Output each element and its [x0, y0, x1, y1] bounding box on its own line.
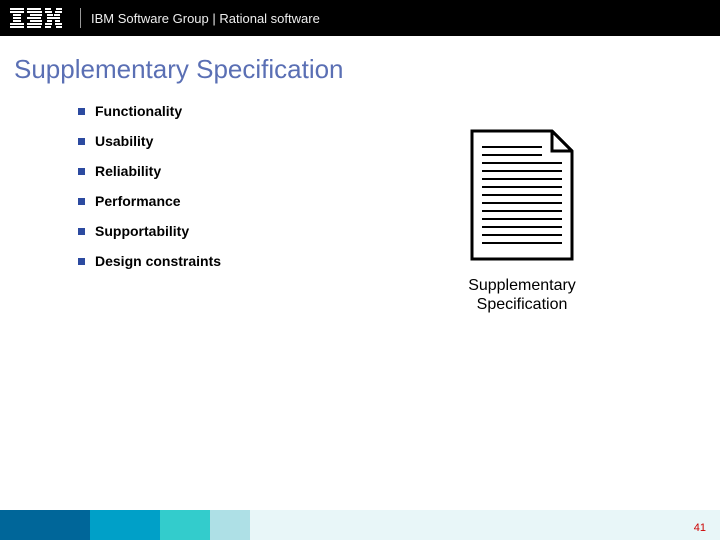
bullet-icon	[78, 108, 85, 115]
footer-segment	[160, 510, 210, 540]
footer-segment	[250, 510, 720, 540]
bullet-icon	[78, 198, 85, 205]
header-bar: IBM Software Group | Rational software	[0, 0, 720, 36]
bullet-text: Functionality	[95, 103, 182, 119]
footer-bar	[0, 510, 720, 540]
bullet-icon	[78, 138, 85, 145]
bullet-text: Supportability	[95, 223, 189, 239]
footer-segment	[0, 510, 90, 540]
document-figure: Supplementary Specification	[468, 127, 576, 314]
bullet-icon	[78, 228, 85, 235]
list-item: Design constraints	[78, 253, 720, 269]
list-item: Performance	[78, 193, 720, 209]
bullet-text: Design constraints	[95, 253, 221, 269]
bullet-list: Functionality Usability Reliability Perf…	[0, 97, 720, 269]
header-separator	[80, 8, 81, 28]
list-item: Functionality	[78, 103, 720, 119]
header-subtitle: IBM Software Group | Rational software	[91, 11, 320, 26]
ibm-logo-icon	[10, 8, 62, 28]
caption-line: Specification	[477, 296, 568, 313]
bullet-icon	[78, 168, 85, 175]
caption-line: Supplementary	[468, 277, 576, 294]
bullet-text: Performance	[95, 193, 181, 209]
document-caption: Supplementary Specification	[468, 276, 576, 314]
page-title: Supplementary Specification	[0, 36, 720, 97]
list-item: Usability	[78, 133, 720, 149]
bullet-text: Reliability	[95, 163, 161, 179]
footer-segment	[210, 510, 250, 540]
bullet-icon	[78, 258, 85, 265]
bullet-text: Usability	[95, 133, 153, 149]
list-item: Supportability	[78, 223, 720, 239]
document-icon	[468, 127, 576, 263]
footer-segment	[90, 510, 160, 540]
list-item: Reliability	[78, 163, 720, 179]
page-number: 41	[694, 522, 706, 534]
